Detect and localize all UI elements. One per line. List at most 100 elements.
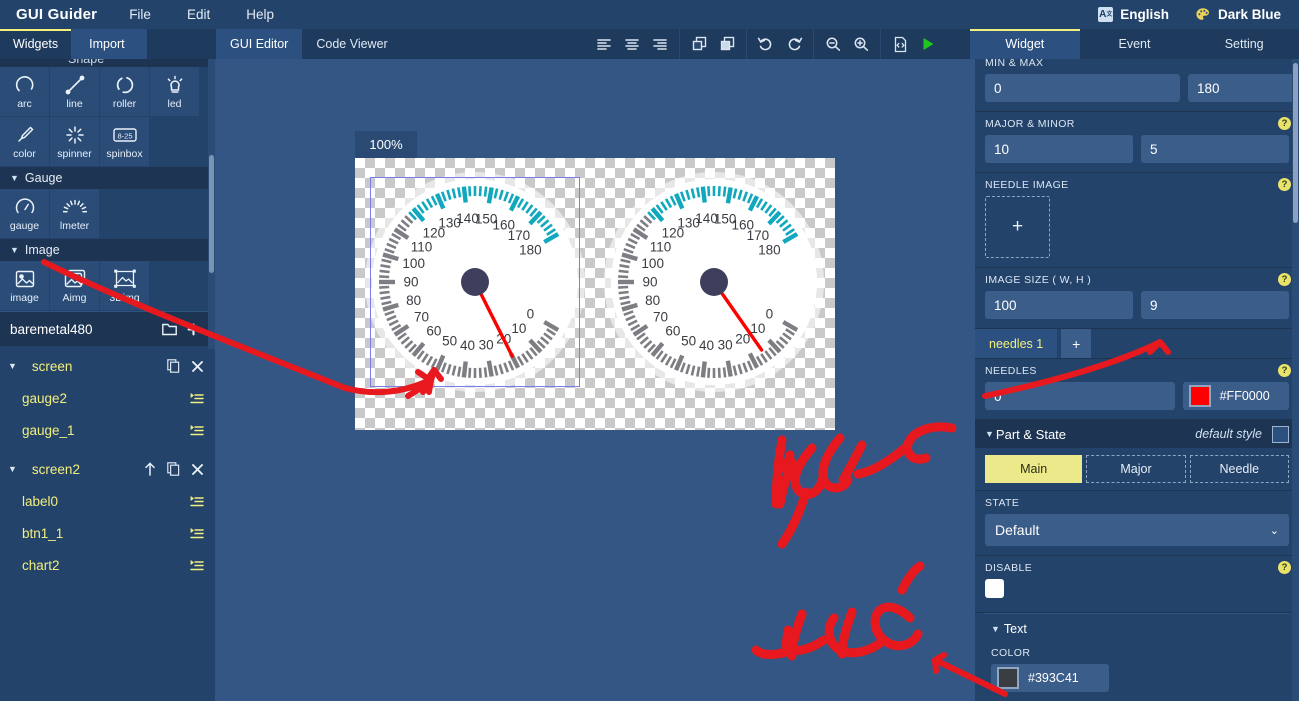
selection-rectangle[interactable] [370,177,580,387]
tree-screen2-root[interactable]: ▼ screen2 [0,453,215,485]
widget-line[interactable]: line [50,67,100,117]
needle-image-dropzone[interactable]: + [985,196,1050,258]
language-selector[interactable]: A文 English [1098,7,1179,22]
chevron-down-icon-screen2[interactable]: ▼ [8,464,17,474]
minor-input[interactable] [1141,135,1289,163]
section-image-header[interactable]: ▼ Image [0,239,215,261]
major-input[interactable] [985,135,1133,163]
tree-item-screen[interactable]: screen [20,359,166,374]
image-height-input[interactable] [1141,291,1289,319]
canvas-board[interactable]: 0102030405060708090100110120130140150160… [355,158,835,430]
menu-file[interactable]: File [111,0,169,29]
min-input[interactable] [985,74,1180,102]
generate-code-icon[interactable] [886,31,914,57]
folder-icon[interactable] [157,317,181,341]
align-center-icon[interactable] [618,31,646,57]
menu-help[interactable]: Help [228,0,292,29]
chevron-down-icon-part-state[interactable]: ▼ [985,429,994,439]
max-input[interactable] [1188,74,1299,102]
arrow-up-icon[interactable] [142,462,157,477]
bring-forward-icon[interactable] [685,31,713,57]
list-menu-icon-2[interactable] [190,423,205,438]
widget-aimg[interactable]: Aimg [50,261,100,311]
tree-item-chart2[interactable]: chart2 [8,558,190,573]
state-select[interactable]: Default ⌄ [985,514,1289,546]
zoom-in-icon[interactable] [847,31,875,57]
tree-item-gauge-1[interactable]: gauge_1 [8,423,190,438]
widget-led[interactable]: led [150,67,200,117]
theme-selector[interactable]: Dark Blue [1195,7,1291,22]
chevron-down-icon-screen[interactable]: ▼ [8,361,17,371]
tree-item-gauge2[interactable]: gauge2 [8,391,190,406]
send-backward-icon[interactable] [713,31,741,57]
tree-item-screen2[interactable]: screen2 [20,462,142,477]
part-needle[interactable]: Needle [1189,455,1289,483]
tree-row-gauge2[interactable]: gauge2 [0,382,215,414]
gauge-widget-gauge-1[interactable]: 0 10 20 30 40 50 60 70 80 90 100 110 120 130 140 150 160… [597,165,831,404]
widget-arc[interactable]: arc [0,67,50,117]
tree-item-btn1-1[interactable]: btn1_1 [8,526,190,541]
zoom-out-icon[interactable] [819,31,847,57]
tree-row-gauge-1[interactable]: gauge_1 [0,414,215,446]
list-menu-icon-4[interactable] [190,526,205,541]
widget-roller[interactable]: roller [100,67,150,117]
list-menu-icon-3[interactable] [190,494,205,509]
default-style-checkbox[interactable] [1272,425,1289,443]
add-needle-button[interactable]: + [1061,329,1092,358]
tree-row-chart2[interactable]: chart2 [0,549,215,581]
plus-icon[interactable] [181,317,205,341]
needle-color-field[interactable]: #FF0000 [1182,382,1289,410]
image-width-input[interactable] [985,291,1133,319]
tab-event[interactable]: Event [1080,29,1190,59]
copy-icon-2[interactable] [166,462,181,477]
widget-gauge[interactable]: gauge [0,189,50,239]
needles-help-icon[interactable]: ? [1278,364,1291,377]
text-subsection-header[interactable]: ▼ Text [983,614,1291,643]
needles-tab[interactable]: needles 1 [975,329,1058,358]
close-icon-2[interactable] [190,462,205,477]
widget-3dimg[interactable]: 3Dimg [100,261,150,311]
align-left-icon[interactable] [590,31,618,57]
widget-spinner[interactable]: spinner [50,117,100,167]
tree-item-label0[interactable]: label0 [8,494,190,509]
part-state-header[interactable]: ▼ Part & State default style [975,420,1299,448]
section-gauge-header[interactable]: ▼ Gauge [0,167,215,189]
list-menu-icon-5[interactable] [190,558,205,573]
design-canvas[interactable]: 100% 01020304050607080901001101201301401… [215,59,975,701]
tab-widgets[interactable]: Widgets [0,29,72,59]
tree-screen-root[interactable]: ▼ screen [0,350,215,382]
widget-palette-scroll-thumb[interactable] [209,155,214,273]
close-icon[interactable] [190,359,205,374]
part-main[interactable]: Main [985,455,1083,483]
widget-image[interactable]: image [0,261,50,311]
properties-scroll-thumb[interactable] [1293,63,1298,223]
widget-palette-scrollbar[interactable] [208,59,215,349]
text-color-swatch[interactable] [997,667,1019,689]
tree-row-label0[interactable]: label0 [0,485,215,517]
menu-edit[interactable]: Edit [169,0,228,29]
run-icon[interactable] [914,31,942,57]
copy-icon[interactable] [166,359,181,374]
part-major[interactable]: Major [1086,455,1186,483]
chevron-down-icon-state[interactable]: ⌄ [1270,524,1279,537]
needle-value-input[interactable] [985,382,1175,410]
disable-checkbox[interactable] [985,579,1004,598]
list-menu-icon[interactable] [190,391,205,406]
align-right-icon[interactable] [646,31,674,57]
tab-widget[interactable]: Widget [970,29,1080,59]
widget-spinbox[interactable]: 8-25 spinbox [100,117,150,167]
redo-icon[interactable] [780,31,808,57]
chevron-down-icon-text[interactable]: ▼ [991,624,1000,634]
image-size-help-icon[interactable]: ? [1278,273,1291,286]
properties-scrollbar[interactable] [1292,59,1299,701]
tree-row-btn1-1[interactable]: btn1_1 [0,517,215,549]
text-color-field[interactable]: #393C41 [991,664,1109,692]
needle-color-swatch[interactable] [1188,385,1211,407]
major-minor-help-icon[interactable]: ? [1278,117,1291,130]
tab-setting[interactable]: Setting [1189,29,1299,59]
tab-code-viewer[interactable]: Code Viewer [302,29,401,59]
widget-lmeter[interactable]: lmeter [50,189,100,239]
tab-gui-editor[interactable]: GUI Editor [216,29,303,59]
widget-color[interactable]: color [0,117,50,167]
needle-image-help-icon[interactable]: ? [1278,178,1291,191]
